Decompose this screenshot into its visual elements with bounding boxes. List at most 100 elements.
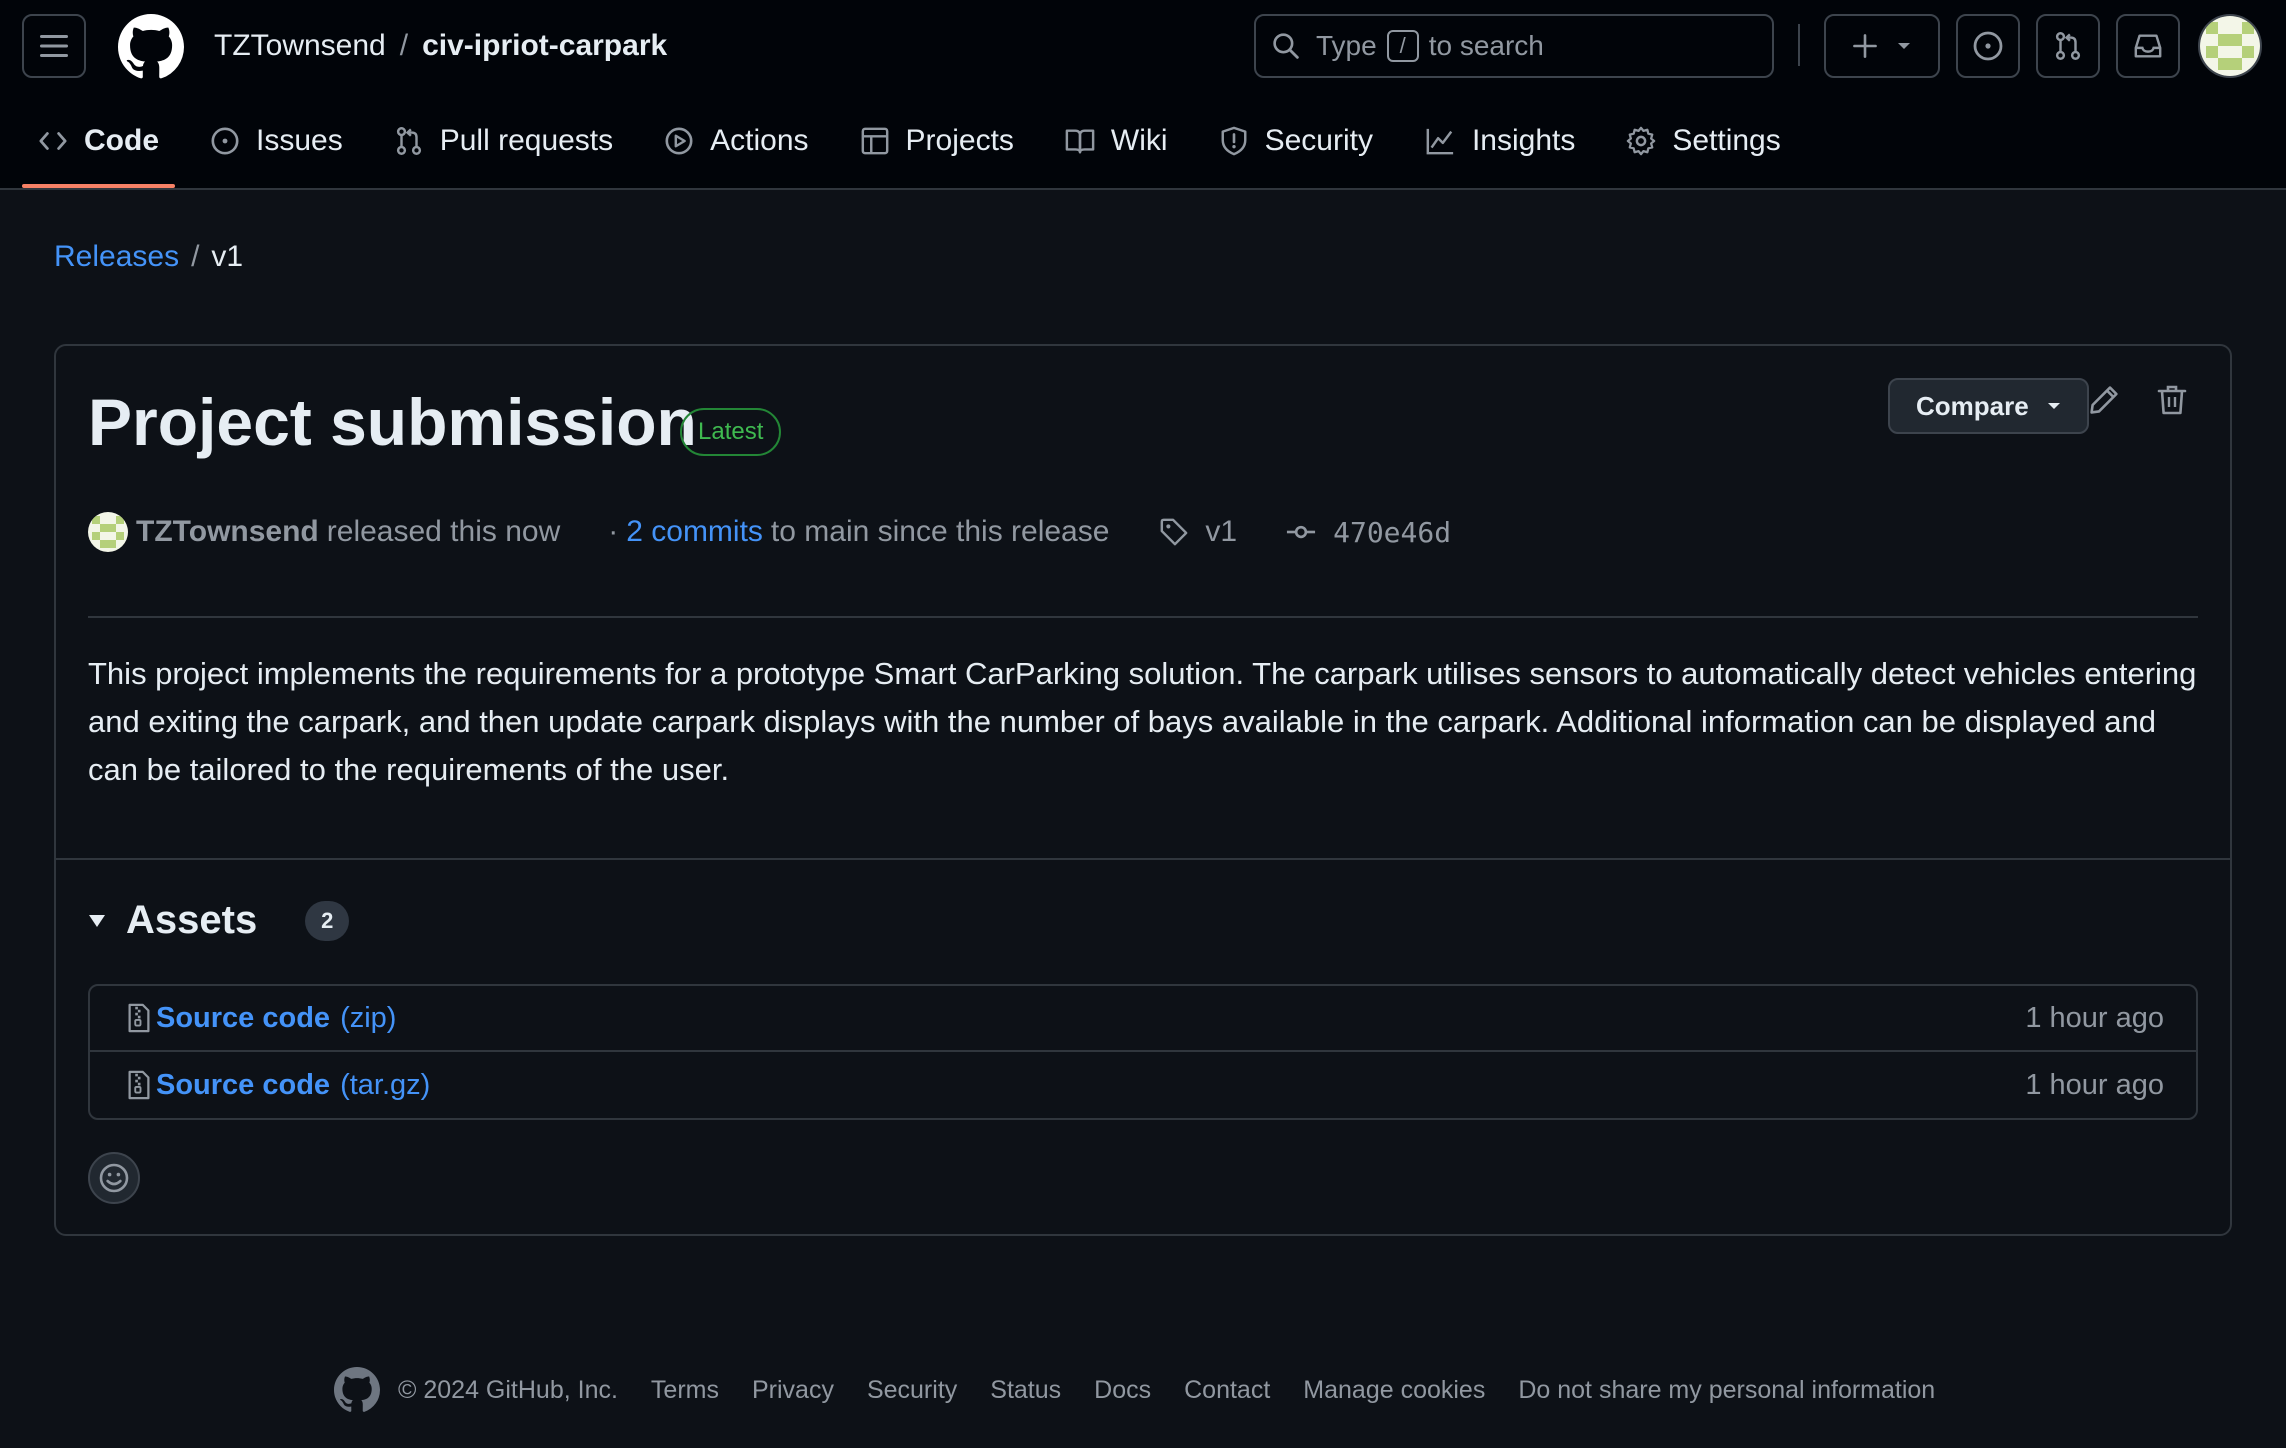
git-pull-request-icon (2055, 32, 2081, 60)
repo-name-link[interactable]: civ-ipriot-carpark (422, 29, 667, 63)
plus-icon (1853, 34, 1877, 58)
release-author-link[interactable]: TZTownsend (136, 515, 319, 549)
file-zip-icon (128, 1070, 150, 1100)
release-tag-link[interactable]: v1 (1205, 515, 1237, 549)
repo-nav: Code Issues Pull requests Actions Projec… (22, 110, 1816, 190)
footer-link-contact[interactable]: Contact (1184, 1376, 1270, 1405)
header-divider (1798, 24, 1800, 66)
pull-request-icon (396, 127, 421, 155)
tab-code[interactable]: Code (22, 110, 175, 188)
hamburger-icon (40, 35, 68, 57)
git-commit-icon (1287, 525, 1316, 539)
search-placeholder-suffix: to search (1428, 30, 1544, 61)
tab-insights-label: Insights (1471, 124, 1576, 157)
search-icon (1273, 33, 1299, 59)
breadcrumb: Releases / v1 (54, 240, 243, 274)
identicon-avatar-icon (88, 512, 128, 552)
github-logo-icon[interactable] (334, 1367, 380, 1413)
tab-settings[interactable]: Settings (1610, 110, 1796, 172)
tab-security-label: Security (1264, 124, 1373, 157)
tab-actions-label: Actions (710, 124, 809, 157)
asset-extension[interactable]: (tar.gz) (340, 1069, 430, 1102)
tab-pull-requests-label: Pull requests (439, 124, 614, 157)
footer-copyright: © 2024 GitHub, Inc. (398, 1375, 618, 1404)
release-description: This project implements the requirements… (88, 656, 2197, 787)
asset-time: 1 hour ago (2025, 1068, 2164, 1101)
footer-link-docs[interactable]: Docs (1094, 1376, 1151, 1405)
tab-projects-label: Projects (905, 124, 1014, 157)
search-placeholder-prefix: Type (1316, 30, 1377, 61)
create-new-button[interactable] (1824, 14, 1940, 78)
release-meta: TZTownsend released this now · 2 commits… (88, 510, 1451, 554)
description-divider (88, 616, 2198, 618)
menu-button[interactable] (22, 14, 86, 78)
code-icon (39, 132, 67, 150)
tab-issues[interactable]: Issues (194, 110, 359, 172)
file-zip-icon (128, 1003, 150, 1033)
footer-link-privacy[interactable]: Privacy (752, 1376, 834, 1405)
issue-opened-icon (1973, 31, 2003, 61)
footer-link-security[interactable]: Security (867, 1376, 957, 1405)
assets-divider (56, 858, 2230, 860)
footer-link-status[interactable]: Status (990, 1376, 1061, 1405)
tab-wiki[interactable]: Wiki (1049, 110, 1184, 172)
asset-row[interactable]: Source code (zip) 1 hour ago (90, 986, 2196, 1052)
asset-name-link[interactable]: Source code (156, 1069, 330, 1102)
release-card: Project submission Latest Compare TZTown… (54, 344, 2232, 1236)
footer-link-do-not-share[interactable]: Do not share my personal information (1518, 1376, 1935, 1405)
asset-extension[interactable]: (zip) (340, 1002, 396, 1035)
gear-icon (1627, 126, 1656, 156)
github-logo-icon[interactable] (118, 14, 184, 80)
tab-pull-requests[interactable]: Pull requests (378, 110, 629, 172)
issues-shortcut-button[interactable] (1956, 14, 2020, 78)
tab-insights[interactable]: Insights (1408, 110, 1591, 172)
latest-badge: Latest (680, 408, 782, 456)
assets-title: Assets (126, 898, 258, 942)
asset-name-link[interactable]: Source code (156, 1002, 330, 1035)
release-title[interactable]: Project submission (88, 384, 697, 460)
book-icon (1065, 129, 1095, 154)
tab-settings-label: Settings (1672, 124, 1781, 157)
repo-owner-link[interactable]: TZTownsend (214, 29, 386, 63)
add-reaction-button[interactable] (88, 1152, 140, 1204)
issue-icon (211, 127, 239, 155)
breadcrumb-separator: / (191, 240, 200, 273)
compare-button[interactable]: Compare (1888, 378, 2089, 434)
inbox-button[interactable] (2116, 14, 2180, 78)
footer: © 2024 GitHub, Inc. Terms Privacy Securi… (334, 1364, 1968, 1416)
pull-requests-shortcut-button[interactable] (2036, 14, 2100, 78)
tab-wiki-label: Wiki (1110, 124, 1168, 157)
search-input[interactable]: Type / to search (1254, 14, 1774, 78)
breadcrumb-current: v1 (211, 240, 244, 273)
released-time-text: released this now (326, 515, 561, 548)
breadcrumb-releases-link[interactable]: Releases (54, 240, 179, 274)
table-icon (861, 127, 888, 155)
search-shortcut-key: / (1386, 30, 1419, 62)
graph-icon (1426, 128, 1454, 155)
compare-button-label: Compare (1916, 390, 2029, 421)
commit-sha-link[interactable]: 470e46d (1333, 516, 1451, 549)
tab-security[interactable]: Security (1203, 110, 1389, 172)
pencil-icon[interactable] (2088, 384, 2120, 416)
shield-icon (1221, 126, 1247, 156)
triangle-down-icon (89, 914, 105, 927)
meta-separator-dot: · (608, 515, 619, 548)
repo-path: TZTownsend / civ-ipriot-carpark (214, 24, 667, 68)
tab-issues-label: Issues (256, 124, 343, 157)
assets-toggle[interactable]: Assets 2 (88, 898, 350, 943)
user-avatar[interactable] (2198, 14, 2262, 78)
inbox-icon (2134, 34, 2162, 58)
footer-link-manage-cookies[interactable]: Manage cookies (1303, 1376, 1485, 1405)
footer-link-terms[interactable]: Terms (651, 1376, 719, 1405)
assets-list: Source code (zip) 1 hour ago Source code… (88, 984, 2198, 1120)
repo-path-separator: / (399, 29, 409, 62)
author-avatar[interactable] (88, 512, 128, 552)
top-header: TZTownsend / civ-ipriot-carpark Type / t… (0, 0, 2286, 190)
commits-since-link[interactable]: 2 commits (626, 515, 763, 549)
assets-count-badge: 2 (305, 900, 350, 941)
asset-row[interactable]: Source code (tar.gz) 1 hour ago (90, 1052, 2196, 1118)
tab-actions[interactable]: Actions (648, 110, 824, 172)
triangle-down-icon (2047, 403, 2060, 409)
tab-projects[interactable]: Projects (844, 110, 1030, 172)
trash-icon[interactable] (2156, 384, 2188, 416)
